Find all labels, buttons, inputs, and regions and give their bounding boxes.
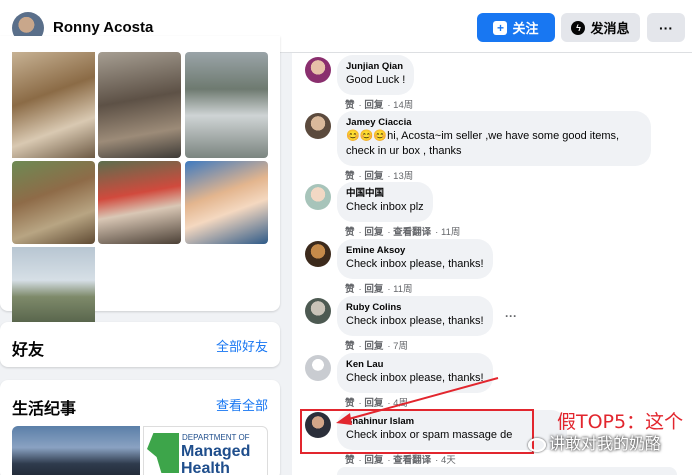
watermark-text: 讲敢对我的奶酪 xyxy=(549,434,662,453)
wechat-icon xyxy=(528,437,546,452)
watermark: 讲敢对我的奶酪 xyxy=(528,430,661,454)
annotation-arrow-icon xyxy=(336,377,499,425)
